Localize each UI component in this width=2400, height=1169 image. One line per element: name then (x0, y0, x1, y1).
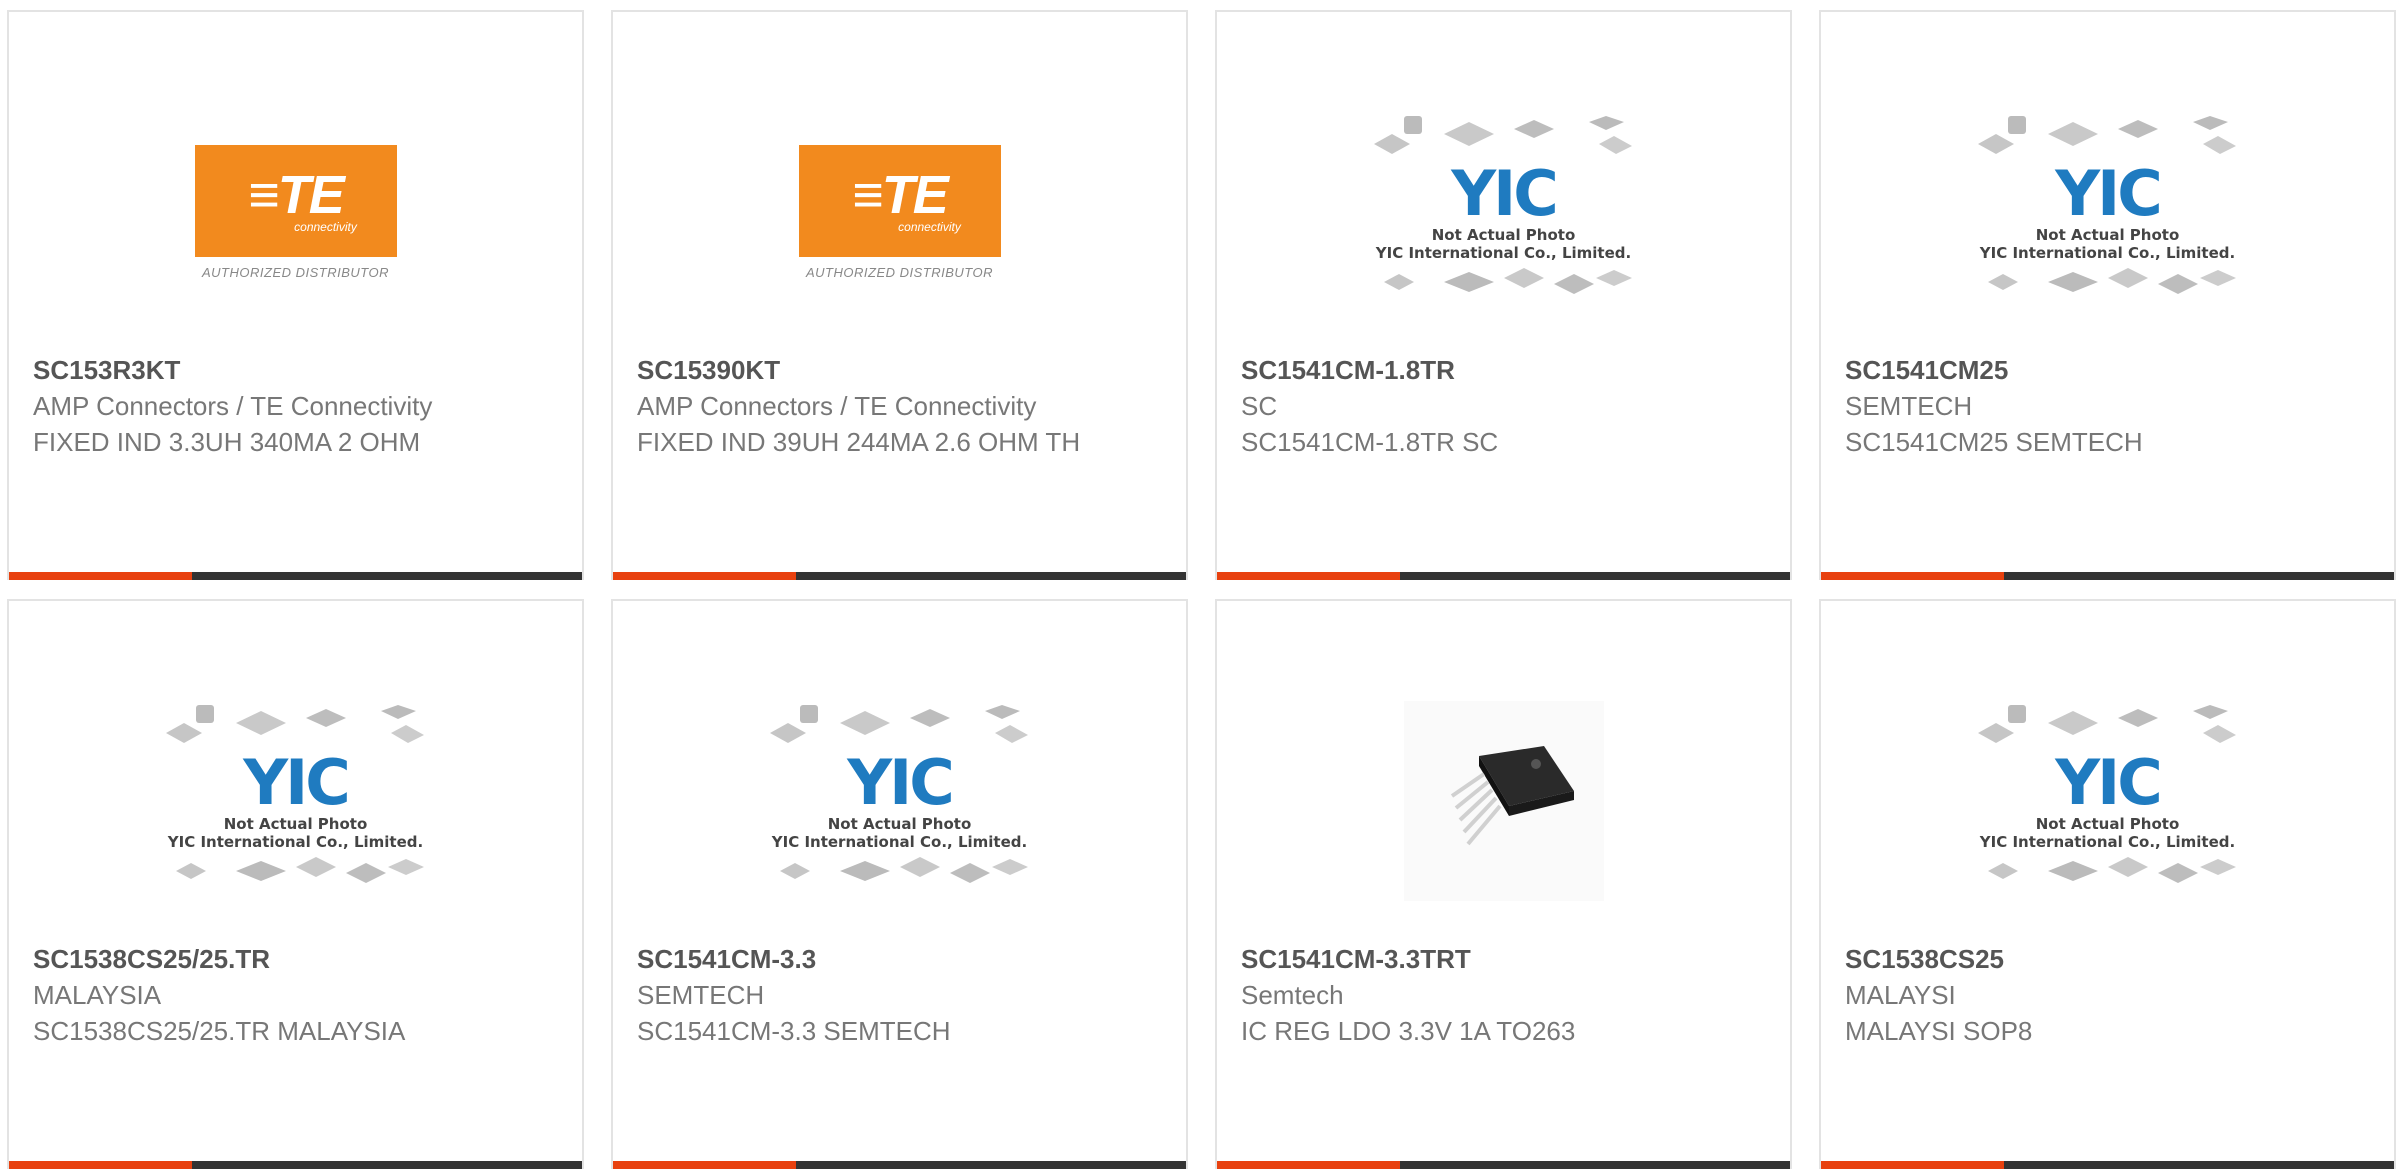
part-number-link[interactable]: SC1541CM-3.3TRT (1241, 941, 1766, 977)
part-number-link[interactable]: SC1541CM-3.3 (637, 941, 1162, 977)
component-icons (769, 705, 1028, 743)
component-icons (1373, 116, 1632, 154)
description: IC REG LDO 3.3V 1A TO263 (1241, 1016, 1576, 1046)
yic-placeholder-image: YIC Not Actual Photo YIC International C… (165, 703, 426, 899)
component-icons (1383, 268, 1632, 294)
description: FIXED IND 3.3UH 340MA 2 OHM (33, 427, 421, 457)
card-bottom-bar (1217, 572, 1790, 580)
component-icons (779, 857, 1028, 883)
product-image[interactable]: YIC Not Actual Photo YIC International C… (1821, 67, 2394, 357)
manufacturer: SEMTECH (1845, 391, 1973, 421)
description: MALAYSI SOP8 (1845, 1016, 2033, 1046)
card-bottom-bar (613, 572, 1186, 580)
product-grid: ≡TE connectivity AUTHORIZED DISTRIBUTOR … (0, 0, 2400, 1169)
to263-package-icon (1450, 746, 1574, 846)
part-number-link[interactable]: SC15390KT (637, 352, 1162, 388)
product-image[interactable]: ≡TE connectivity AUTHORIZED DISTRIBUTOR (613, 67, 1186, 357)
component-icons (175, 857, 424, 883)
component-icons (165, 705, 424, 743)
component-icons (1987, 857, 2236, 883)
product-image[interactable]: YIC Not Actual Photo YIC International C… (1217, 67, 1790, 357)
description: SC1541CM-3.3 SEMTECH (637, 1016, 951, 1046)
yic-placeholder-image: YIC Not Actual Photo YIC International C… (1373, 114, 1634, 310)
manufacturer: AMP Connectors / TE Connectivity (637, 391, 1037, 421)
part-number-link[interactable]: SC1538CS25/25.TR (33, 941, 558, 977)
manufacturer: AMP Connectors / TE Connectivity (33, 391, 433, 421)
description: FIXED IND 39UH 244MA 2.6 OHM TH (637, 427, 1081, 457)
part-number-link[interactable]: SC1538CS25 (1845, 941, 2370, 977)
manufacturer: SC (1241, 391, 1278, 421)
part-number-link[interactable]: SC1541CM-1.8TR (1241, 352, 1766, 388)
product-card[interactable]: YIC Not Actual Photo YIC International C… (1215, 10, 1792, 580)
card-bottom-bar (1821, 1161, 2394, 1169)
product-card[interactable]: ≡TE connectivity AUTHORIZED DISTRIBUTOR … (7, 10, 584, 580)
card-bottom-bar (613, 1161, 1186, 1169)
product-photo (1403, 701, 1604, 901)
card-bottom-bar (1217, 1161, 1790, 1169)
te-connectivity-logo: ≡TE connectivity AUTHORIZED DISTRIBUTOR (194, 144, 397, 280)
product-image[interactable] (1217, 656, 1790, 946)
product-image[interactable]: YIC Not Actual Photo YIC International C… (613, 656, 1186, 946)
card-bottom-bar (9, 572, 582, 580)
yic-placeholder-image: YIC Not Actual Photo YIC International C… (1977, 114, 2238, 310)
component-icons (1977, 705, 2236, 743)
product-card[interactable]: ≡TE connectivity AUTHORIZED DISTRIBUTOR … (611, 10, 1188, 580)
part-number-link[interactable]: SC153R3KT (33, 352, 558, 388)
product-card[interactable]: YIC Not Actual Photo YIC International C… (1819, 10, 2396, 580)
product-image[interactable]: YIC Not Actual Photo YIC International C… (1821, 656, 2394, 946)
description: SC1538CS25/25.TR MALAYSIA (33, 1016, 406, 1046)
description: SC1541CM-1.8TR SC (1241, 427, 1499, 457)
description: SC1541CM25 SEMTECH (1845, 427, 2143, 457)
product-card[interactable]: YIC Not Actual Photo YIC International C… (611, 599, 1188, 1169)
product-card[interactable]: SC1541CM-3.3TRT Semtech IC REG LDO 3.3V … (1215, 599, 1792, 1169)
product-image[interactable]: ≡TE connectivity AUTHORIZED DISTRIBUTOR (9, 67, 582, 357)
manufacturer: MALAYSI (1845, 980, 1956, 1010)
part-number-link[interactable]: SC1541CM25 (1845, 352, 2370, 388)
card-bottom-bar (9, 1161, 582, 1169)
te-connectivity-logo: ≡TE connectivity AUTHORIZED DISTRIBUTOR (798, 144, 1001, 280)
product-image[interactable]: YIC Not Actual Photo YIC International C… (9, 656, 582, 946)
yic-placeholder-image: YIC Not Actual Photo YIC International C… (1977, 703, 2238, 899)
card-bottom-bar (1821, 572, 2394, 580)
product-card[interactable]: YIC Not Actual Photo YIC International C… (7, 599, 584, 1169)
manufacturer: Semtech (1241, 980, 1344, 1010)
yic-placeholder-image: YIC Not Actual Photo YIC International C… (769, 703, 1030, 899)
component-icons (1987, 268, 2236, 294)
manufacturer: MALAYSIA (33, 980, 162, 1010)
component-icons (1977, 116, 2236, 154)
manufacturer: SEMTECH (637, 980, 765, 1010)
product-card[interactable]: YIC Not Actual Photo YIC International C… (1819, 599, 2396, 1169)
